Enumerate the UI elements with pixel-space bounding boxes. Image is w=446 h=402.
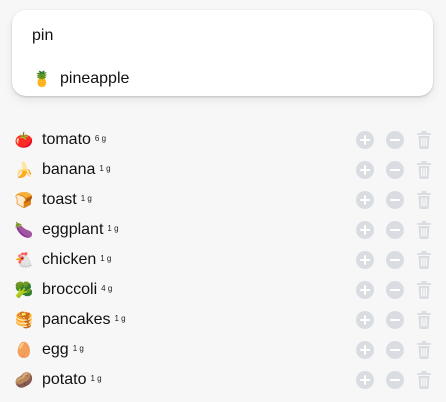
trash-icon[interactable] [416,281,432,299]
trash-icon[interactable] [416,191,432,209]
trash-icon[interactable] [416,161,432,179]
plus-icon-v [364,285,366,295]
plus-icon-v [364,165,366,175]
increment-button[interactable] [356,371,374,389]
increment-button[interactable] [356,191,374,209]
item-name: egg [42,341,69,358]
list-item: 🍅 tomato 6 g [14,125,434,155]
trash-icon[interactable] [416,131,432,149]
item-actions [356,221,432,239]
banana-icon: 🍌 [14,161,34,179]
decrement-button[interactable] [386,371,404,389]
list-item: 🥞 pancakes 1 g [14,305,434,335]
list-item: 🍞 toast 1 g [14,185,434,215]
item-actions [356,191,432,209]
trash-icon[interactable] [416,311,432,329]
plus-icon-v [364,315,366,325]
increment-button[interactable] [356,131,374,149]
toast-icon: 🍞 [14,191,34,209]
item-name: broccoli [42,281,98,298]
item-actions [356,311,432,329]
decrement-button[interactable] [386,341,404,359]
decrement-button[interactable] [386,221,404,239]
tomato-icon: 🍅 [14,131,34,149]
item-actions [356,161,432,179]
search-input[interactable] [32,26,412,46]
item-name: eggplant [42,221,104,238]
trash-icon[interactable] [416,251,432,269]
eggplant-icon: 🍆 [14,221,34,239]
egg-icon: 🥚 [14,341,34,359]
plus-icon-v [364,195,366,205]
trash-icon[interactable] [416,371,432,389]
decrement-button[interactable] [386,131,404,149]
decrement-button[interactable] [386,191,404,209]
item-name: tomato [42,131,91,148]
increment-button[interactable] [356,221,374,239]
minus-icon [390,379,400,381]
plus-icon-v [364,345,366,355]
potato-icon: 🥔 [14,371,34,389]
item-quantity: 1 g [80,193,92,203]
decrement-button[interactable] [386,251,404,269]
minus-icon [390,289,400,291]
plus-icon-v [364,225,366,235]
plus-icon-v [364,255,366,265]
item-quantity: 1 g [90,373,102,383]
item-actions [356,131,432,149]
item-list: 🍅 tomato 6 g 🍌 banana 1 g 🍞 toast 1 g 🍆 … [14,125,434,395]
item-name: pancakes [42,311,111,328]
decrement-button[interactable] [386,311,404,329]
minus-icon [390,199,400,201]
item-actions [356,371,432,389]
item-actions [356,341,432,359]
item-quantity: 1 g [72,343,84,353]
list-item: 🍆 eggplant 1 g [14,215,434,245]
search-card: 🍍 pineapple [12,10,433,96]
item-actions [356,281,432,299]
minus-icon [390,319,400,321]
minus-icon [390,259,400,261]
decrement-button[interactable] [386,281,404,299]
trash-icon[interactable] [416,221,432,239]
pancakes-icon: 🥞 [14,311,34,329]
item-quantity: 1 g [114,313,126,323]
increment-button[interactable] [356,311,374,329]
minus-icon [390,139,400,141]
minus-icon [390,229,400,231]
trash-icon[interactable] [416,341,432,359]
item-name: banana [42,161,96,178]
item-actions [356,251,432,269]
item-quantity: 6 g [94,133,107,143]
item-name: toast [42,191,77,208]
broccoli-icon: 🥦 [14,281,34,299]
increment-button[interactable] [356,251,374,269]
list-item: 🥦 broccoli 4 g [14,275,434,305]
increment-button[interactable] [356,161,374,179]
pineapple-icon: 🍍 [32,70,52,88]
list-item: 🥔 potato 1 g [14,365,434,395]
minus-icon [390,169,400,171]
item-quantity: 1 g [99,163,111,173]
list-item: 🥚 egg 1 g [14,335,434,365]
increment-button[interactable] [356,341,374,359]
decrement-button[interactable] [386,161,404,179]
item-quantity: 1 g [100,253,112,263]
list-item: 🐔 chicken 1 g [14,245,434,275]
list-item: 🍌 banana 1 g [14,155,434,185]
plus-icon-v [364,375,366,385]
item-quantity: 1 g [107,223,119,233]
suggestion-label: pineapple [60,70,130,87]
item-name: chicken [42,251,97,268]
minus-icon [390,349,400,351]
item-quantity: 4 g [101,283,113,293]
plus-icon-v [364,135,366,145]
increment-button[interactable] [356,281,374,299]
suggestion-item[interactable]: 🍍 pineapple [32,70,130,88]
item-name: potato [42,371,87,388]
chicken-icon: 🐔 [14,251,34,269]
